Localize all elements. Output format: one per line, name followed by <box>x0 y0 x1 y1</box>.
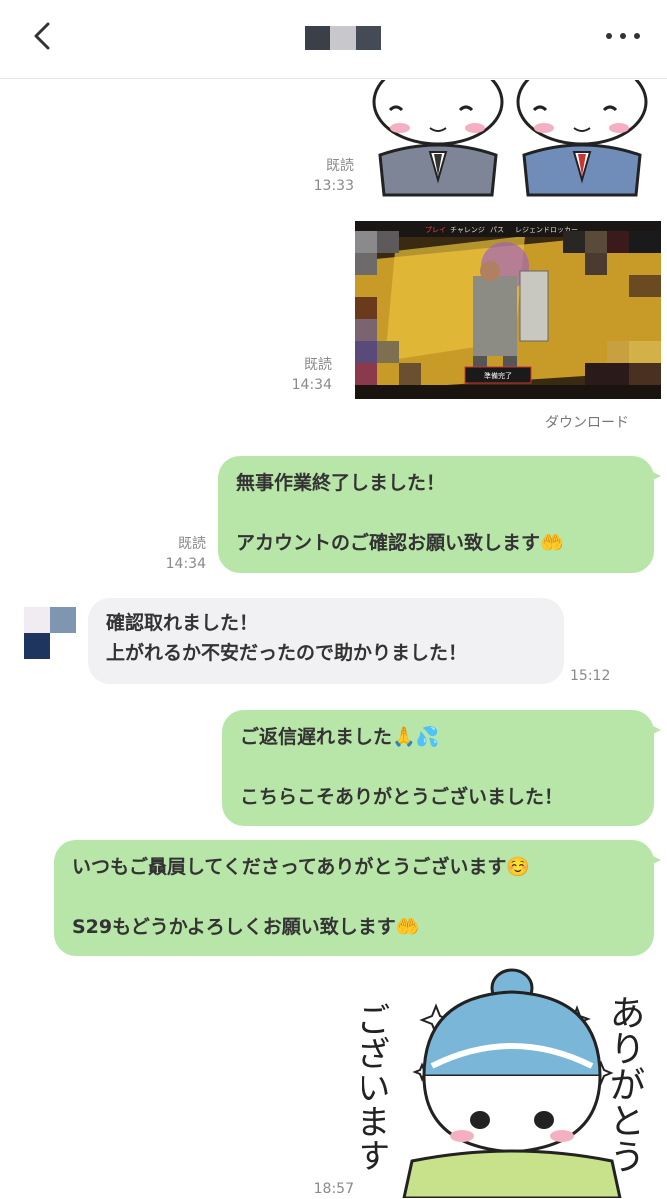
chevron-left-icon <box>34 22 50 50</box>
chat-header <box>0 0 667 79</box>
read-receipt: 既読 <box>326 158 354 174</box>
incoming-message[interactable]: 確認取れました！ 上がれるか不安だったので助かりました！ <box>88 598 564 684</box>
outgoing-message[interactable]: 無事作業終了しました！ アカウントのご確認お願い致します🤲 <box>218 456 661 573</box>
timestamp: 14:34 <box>291 377 332 393</box>
sticker-lettering-left: ございます <box>362 1002 390 1172</box>
more-dots-icon <box>606 33 612 39</box>
suit-characters-sticker[interactable] <box>360 80 660 198</box>
timestamp: 18:57 <box>313 1181 354 1197</box>
timestamp: 14:34 <box>165 556 206 572</box>
read-receipt: 既読 <box>304 357 332 373</box>
chat-title-mosaic <box>305 26 381 50</box>
message-meta: 既読 14:34 <box>284 355 332 395</box>
tab-challenge: チャレンジ <box>450 226 485 234</box>
game-screenshot-image[interactable]: プレイ チャレンジ パス レジェンドロッカー 準備完了 <box>355 221 661 399</box>
avatar[interactable] <box>24 607 76 659</box>
thank-you-sticker[interactable]: ございます ありがとう <box>362 966 662 1198</box>
timestamp: 15:12 <box>570 668 611 684</box>
outgoing-message[interactable]: いつもご贔屓してくださってありがとうございます☺️ S29もどうかよろしくお願い… <box>54 840 661 956</box>
tab-pass: パス <box>490 226 504 234</box>
outgoing-message[interactable]: ご返信遅れました🙏💦 こちらこそありがとうございました！ <box>222 710 661 826</box>
sticker-lettering-right: ありがとう <box>604 994 645 1174</box>
download-link[interactable]: ダウンロード <box>545 412 629 432</box>
tab-play: プレイ <box>425 226 446 234</box>
read-receipt: 既読 <box>178 536 206 552</box>
timestamp: 13:33 <box>313 178 354 194</box>
back-button[interactable] <box>26 18 62 54</box>
more-button[interactable] <box>606 22 640 50</box>
message-meta: 既読 13:33 <box>306 156 354 196</box>
message-meta: 既読 14:34 <box>158 534 206 574</box>
ready-button-label: 準備完了 <box>484 371 512 380</box>
